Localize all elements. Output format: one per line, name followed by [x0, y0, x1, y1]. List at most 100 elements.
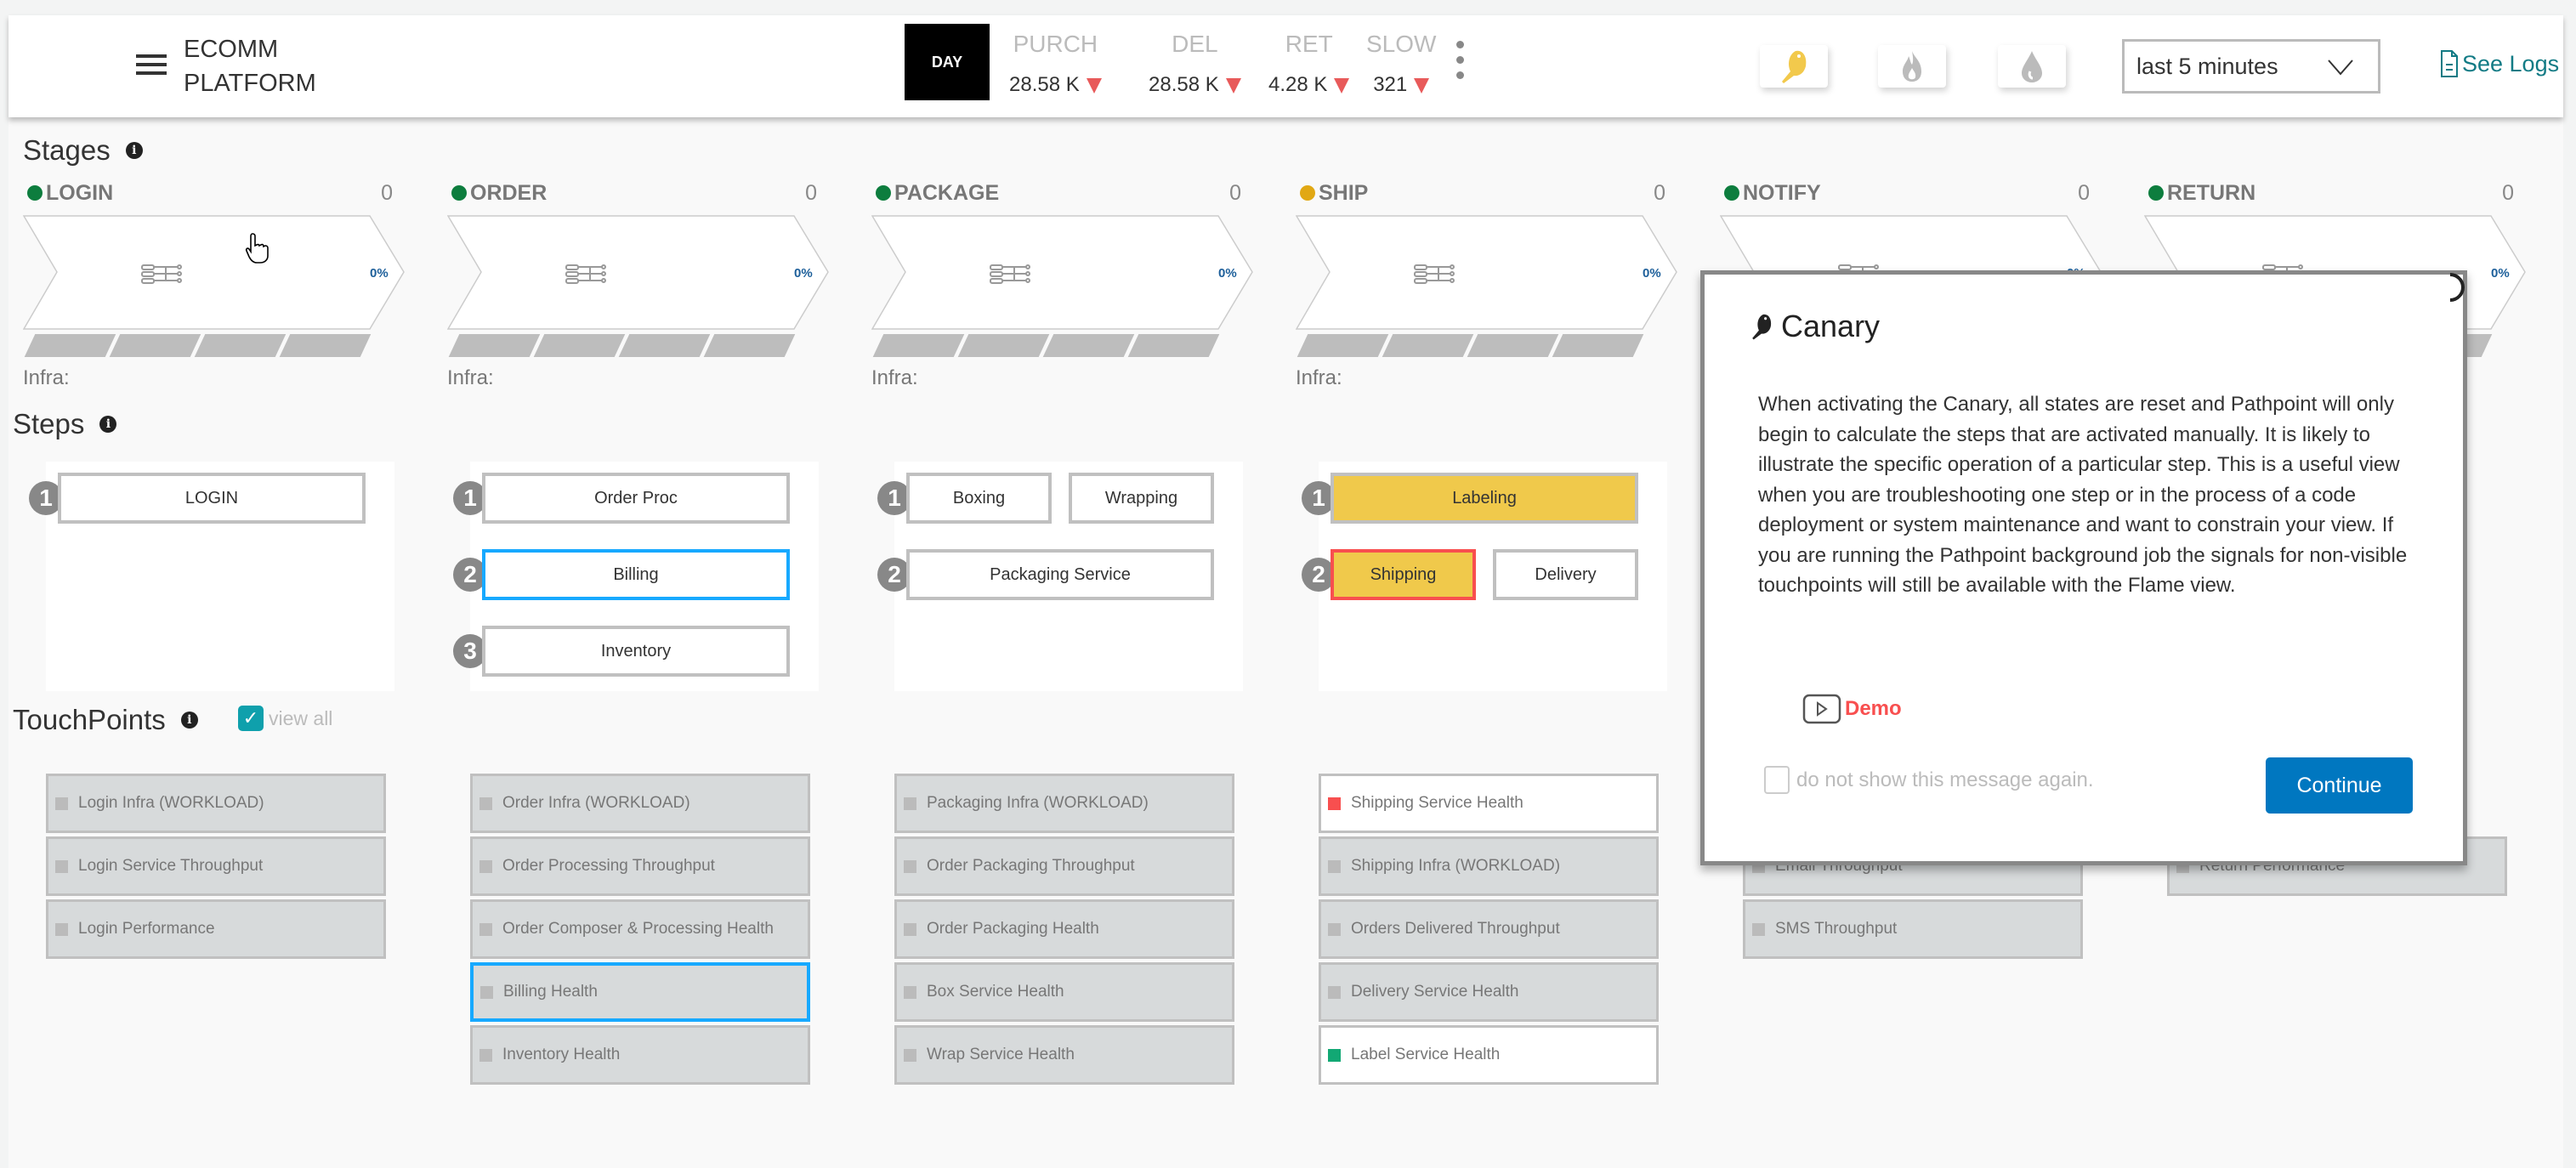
step-button[interactable]: LOGIN — [58, 473, 366, 524]
touchpoint-item[interactable]: Order Composer & Processing Health — [470, 899, 810, 959]
touchpoint-item[interactable]: Order Packaging Throughput — [894, 836, 1234, 896]
step-button[interactable]: Boxing — [906, 473, 1052, 524]
kpi-purch[interactable]: PURCH 28.58 K — [1009, 31, 1102, 97]
touchpoint-item[interactable]: Box Service Health — [894, 962, 1234, 1022]
touchpoint-status-indicator — [904, 859, 916, 873]
touchpoint-label: Login Performance — [78, 920, 215, 938]
touchpoint-item[interactable]: Delivery Service Health — [1319, 962, 1659, 1022]
trend-down-icon — [1225, 77, 1241, 94]
kpi-value-text: 321 — [1373, 73, 1408, 96]
stage-chevron[interactable] — [1295, 215, 1678, 330]
touchpoint-item[interactable]: Login Infra (WORKLOAD) — [46, 774, 386, 833]
flow-diagram-icon — [565, 264, 609, 290]
stages-title: Stages — [23, 134, 111, 166]
modal-body-text: When activating the Canary, all states a… — [1758, 393, 2408, 597]
touchpoint-item[interactable]: Billing Health — [470, 962, 810, 1022]
kpi-slow[interactable]: SLOW 321 — [1366, 31, 1436, 97]
hamburger-menu-icon[interactable] — [136, 54, 167, 78]
continue-button[interactable]: Continue — [2266, 757, 2413, 814]
kpi-value: 4.28 K — [1268, 73, 1350, 97]
more-options-icon[interactable] — [1454, 41, 1466, 83]
checkbox-box[interactable] — [1764, 766, 1790, 794]
step-button[interactable]: Labeling — [1331, 473, 1638, 524]
touchpoint-item[interactable]: Packaging Infra (WORKLOAD) — [894, 774, 1234, 833]
status-dot — [27, 185, 43, 201]
drop-button[interactable] — [1998, 45, 2066, 88]
kpi-ret[interactable]: RET 4.28 K — [1268, 31, 1350, 97]
step-button[interactable]: Wrapping — [1069, 473, 1214, 524]
day-toggle-button[interactable]: DAY — [905, 24, 990, 100]
stage-header: SHIP 0 — [1300, 181, 1665, 207]
touchpoint-label: Login Service Throughput — [78, 857, 264, 875]
touchpoint-status-indicator — [480, 985, 493, 999]
touchpoint-status-indicator — [55, 859, 68, 873]
stage-name: PACKAGE — [894, 181, 1000, 205]
steps-column-2: 1 Order Proc 2 Billing 3 Inventory — [453, 462, 819, 691]
touchpoint-item[interactable]: Login Performance — [46, 899, 386, 959]
step-button[interactable]: Inventory — [482, 626, 790, 677]
touchpoint-status-indicator — [904, 797, 916, 810]
brand-title: ECOMM PLATFORM — [184, 32, 316, 100]
stage-header: ORDER 0 — [451, 181, 817, 207]
info-icon[interactable]: i — [99, 416, 117, 433]
touchpoints-title: TouchPoints — [13, 704, 166, 735]
touchpoint-item[interactable]: Shipping Infra (WORKLOAD) — [1319, 836, 1659, 896]
demo-link[interactable]: Demo — [1802, 693, 1902, 725]
bird-icon — [1752, 314, 1772, 340]
touchpoint-label: Billing Health — [503, 983, 598, 1001]
infra-label: Infra: — [447, 366, 494, 389]
touchpoint-status-indicator — [1328, 859, 1341, 873]
touchpoint-status-indicator — [1328, 1048, 1341, 1062]
trend-down-icon — [1086, 77, 1102, 94]
brand-line-2: PLATFORM — [184, 70, 316, 97]
step-button[interactable]: Order Proc — [482, 473, 790, 524]
step-button[interactable]: Packaging Service — [906, 549, 1214, 600]
flow-diagram-icon — [989, 264, 1033, 290]
touchpoint-item[interactable]: Login Service Throughput — [46, 836, 386, 896]
touchpoint-item[interactable]: Orders Delivered Throughput — [1319, 899, 1659, 959]
touchpoint-item[interactable]: Order Packaging Health — [894, 899, 1234, 959]
touchpoint-item[interactable]: SMS Throughput — [1743, 899, 2083, 959]
touchpoint-status-indicator — [904, 985, 916, 999]
touchpoint-status-indicator — [904, 922, 916, 936]
touchpoint-item[interactable]: Wrap Service Health — [894, 1025, 1234, 1085]
flame-button[interactable] — [1878, 45, 1946, 88]
play-video-icon — [1802, 694, 1841, 724]
touchpoint-item[interactable]: Order Processing Throughput — [470, 836, 810, 896]
touchpoint-status-indicator — [479, 797, 492, 810]
stage-header: NOTIFY 0 — [1724, 181, 2090, 207]
touchpoint-item[interactable]: Order Infra (WORKLOAD) — [470, 774, 810, 833]
drop-icon — [2022, 51, 2042, 82]
info-icon[interactable]: i — [125, 142, 143, 159]
dont-show-again-label: do not show this message again. — [1796, 768, 2094, 791]
kpi-label: PURCH — [1013, 31, 1098, 57]
stage-header: PACKAGE 0 — [876, 181, 1241, 207]
view-all-checkbox[interactable]: ✓ view all — [238, 706, 332, 731]
modal-title-text: Canary — [1781, 309, 1881, 343]
capacity-segment — [872, 334, 965, 357]
touchpoint-label: Wrap Service Health — [927, 1046, 1075, 1063]
close-icon[interactable] — [2429, 266, 2471, 309]
demo-label: Demo — [1845, 697, 1902, 720]
touchpoint-item[interactable]: Inventory Health — [470, 1025, 810, 1085]
stage-chevron[interactable] — [871, 215, 1254, 330]
see-logs-link[interactable]: See Logs — [2440, 49, 2559, 78]
step-button[interactable]: Shipping — [1331, 549, 1476, 600]
stage-chevron[interactable] — [22, 215, 406, 330]
stage-chevron[interactable] — [446, 215, 830, 330]
stage-header: LOGIN 0 — [27, 181, 393, 207]
touchpoint-label: Inventory Health — [502, 1046, 621, 1063]
time-range-select[interactable]: last 5 minutes — [2122, 39, 2380, 94]
steps-column-3: 1 Boxing Wrapping 2 Packaging Service — [877, 462, 1243, 691]
step-button[interactable]: Billing — [482, 549, 790, 600]
dont-show-again-checkbox[interactable]: do not show this message again. — [1764, 766, 2094, 794]
touchpoint-item[interactable]: Shipping Service Health — [1319, 774, 1659, 833]
kpi-del[interactable]: DEL 28.58 K — [1149, 31, 1241, 97]
canary-button[interactable] — [1760, 45, 1828, 88]
infra-label: Infra: — [1296, 366, 1342, 389]
touchpoint-item[interactable]: Label Service Health — [1319, 1025, 1659, 1085]
info-icon[interactable]: i — [180, 712, 198, 729]
touchpoint-label: Order Composer & Processing Health — [502, 920, 774, 938]
step-button[interactable]: Delivery — [1493, 549, 1638, 600]
touchpoint-label: Shipping Service Health — [1351, 794, 1523, 812]
